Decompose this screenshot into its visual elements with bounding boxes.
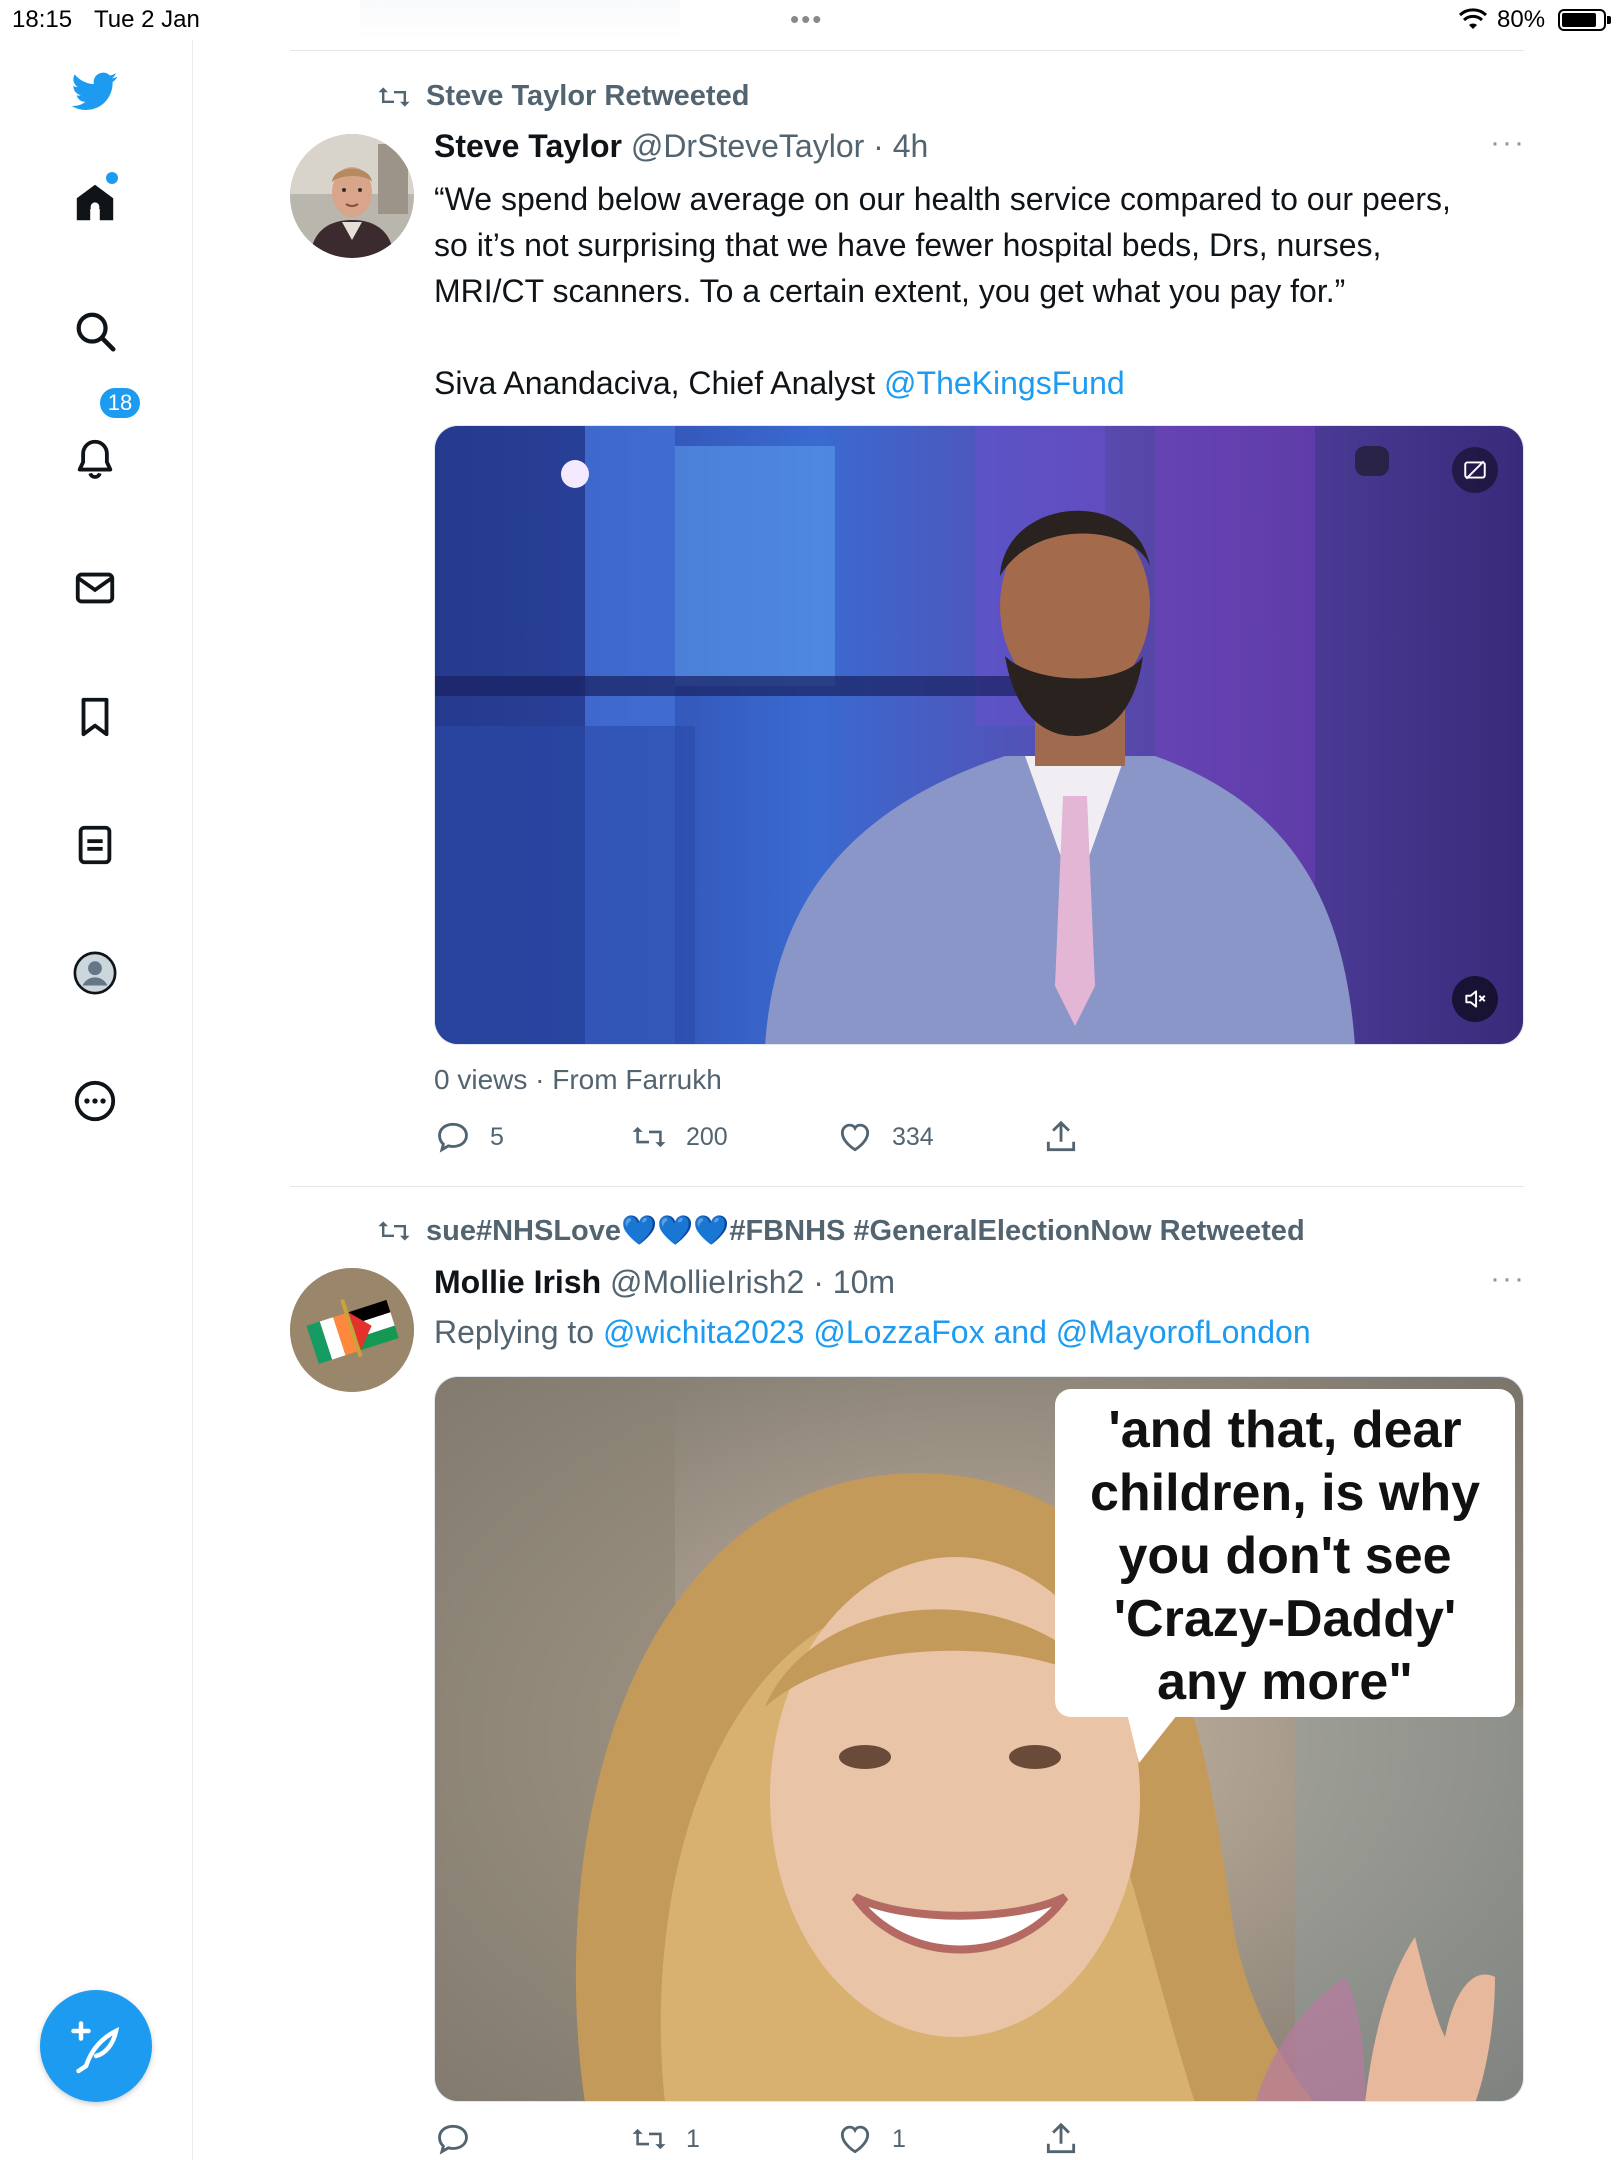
tweet-author-row: Mollie Irish @MollieIrish2 · 10m bbox=[434, 1264, 895, 1301]
more-circle-icon[interactable] bbox=[62, 1068, 128, 1134]
home-unread-dot bbox=[106, 172, 118, 184]
tweet-text-line: so it’s not surprising that we have fewe… bbox=[434, 227, 1382, 263]
like-count: 1 bbox=[892, 2124, 906, 2153]
compose-tweet-button[interactable] bbox=[40, 1990, 152, 2102]
timeline-divider bbox=[290, 50, 1524, 51]
author-name[interactable]: Steve Taylor bbox=[434, 128, 622, 164]
mention-link[interactable]: @MayorofLondon bbox=[1056, 1314, 1311, 1350]
notifications-bell-icon[interactable] bbox=[62, 426, 128, 492]
tweet-text-line: “We spend below average on our health se… bbox=[434, 181, 1451, 217]
heart-icon bbox=[840, 2125, 870, 2154]
retweet-button[interactable]: 200 bbox=[630, 1118, 728, 1156]
profile-icon[interactable] bbox=[62, 940, 128, 1006]
tweet-more-icon[interactable]: ··· bbox=[1490, 1262, 1526, 1296]
tweet-actions: 1 1 bbox=[434, 2120, 1134, 2160]
messages-envelope-icon[interactable] bbox=[62, 555, 128, 621]
twitter-bird-icon[interactable] bbox=[62, 58, 128, 124]
retweet-count: 1 bbox=[686, 2124, 700, 2153]
tweet-time[interactable]: · 4h bbox=[873, 128, 928, 164]
tweet-text-attribution-line: Siva Anandaciva, Chief Analyst @TheKings… bbox=[434, 360, 1524, 406]
reply-button[interactable]: 5 bbox=[434, 1118, 504, 1156]
retweet-context[interactable]: sue#NHSLove💙💙💙#FBNHS #GeneralElectionNow… bbox=[376, 1214, 1305, 1248]
share-icon bbox=[1046, 1120, 1076, 1152]
share-button[interactable] bbox=[1042, 2120, 1080, 2158]
retweet-count: 200 bbox=[686, 1122, 728, 1151]
avatar[interactable] bbox=[290, 1268, 414, 1392]
compose-feather-icon bbox=[71, 2021, 120, 2074]
multitasking-dots-icon[interactable]: ••• bbox=[790, 4, 823, 35]
tweet-text-attribution: Siva Anandaciva, Chief Analyst bbox=[434, 365, 885, 401]
speech-bubble-line: any more" bbox=[1157, 1653, 1413, 1711]
replying-to: Replying to @wichita2023 @LozzaFox and @… bbox=[434, 1314, 1311, 1351]
retweet-context-label: sue#NHSLove💙💙💙#FBNHS #GeneralElectionNow… bbox=[426, 1215, 1305, 1247]
reply-icon bbox=[438, 1122, 468, 1153]
author-name[interactable]: Mollie Irish bbox=[434, 1264, 601, 1300]
search-icon[interactable] bbox=[62, 298, 128, 364]
reply-count: 5 bbox=[490, 1122, 504, 1151]
timeline-divider bbox=[290, 1186, 1524, 1187]
wifi-icon bbox=[1458, 7, 1488, 38]
speech-bubble-tail bbox=[1125, 1705, 1185, 1763]
mention-link[interactable]: @TheKingsFund bbox=[884, 365, 1125, 401]
home-icon[interactable] bbox=[62, 170, 128, 236]
share-button[interactable] bbox=[1042, 1118, 1080, 1156]
lists-icon[interactable] bbox=[62, 812, 128, 878]
notifications-badge: 18 bbox=[98, 386, 142, 420]
tweet-text-line: MRI/CT scanners. To a certain extent, yo… bbox=[434, 273, 1346, 309]
tweet-video[interactable] bbox=[434, 425, 1524, 1045]
retweet-icon bbox=[378, 1221, 410, 1241]
author-handle[interactable]: @DrSteveTaylor bbox=[631, 128, 864, 164]
image-speech-bubble: 'and that, dear children, is why you don… bbox=[1055, 1389, 1515, 1717]
tweet-image[interactable]: 'and that, dear children, is why you don… bbox=[434, 1376, 1524, 2102]
tweet-author-row: Steve Taylor @DrSteveTaylor · 4h bbox=[434, 128, 928, 165]
heart-icon bbox=[840, 1123, 870, 1152]
battery-percentage: 80% bbox=[1497, 6, 1546, 33]
like-button[interactable]: 1 bbox=[836, 2120, 906, 2158]
reply-icon bbox=[438, 2124, 468, 2155]
tweet-actions: 5 200 334 bbox=[434, 1118, 1134, 1158]
battery-icon bbox=[1558, 9, 1611, 31]
speech-bubble-line: children, is why bbox=[1089, 1464, 1481, 1522]
like-count: 334 bbox=[892, 1122, 934, 1151]
like-button[interactable]: 334 bbox=[836, 1118, 934, 1156]
reply-button[interactable] bbox=[434, 2120, 490, 2158]
status-bar: 18:15 Tue 2 Jan ••• 80% bbox=[0, 0, 1620, 40]
speech-bubble-line: you don't see bbox=[1118, 1527, 1452, 1585]
captions-icon[interactable] bbox=[1452, 447, 1498, 493]
mention-link[interactable]: @wichita2023 bbox=[603, 1314, 804, 1350]
retweet-context[interactable]: Steve Taylor Retweeted bbox=[376, 80, 749, 113]
tweet-more-icon[interactable]: ··· bbox=[1490, 126, 1526, 160]
bookmark-icon[interactable] bbox=[62, 684, 128, 750]
author-handle[interactable]: @MollieIrish2 bbox=[610, 1264, 804, 1300]
share-icon bbox=[1046, 2122, 1076, 2154]
retweet-icon bbox=[378, 86, 410, 107]
speech-bubble-line: 'Crazy-Daddy' bbox=[1113, 1590, 1457, 1648]
speech-bubble-line: 'and that, dear bbox=[1108, 1401, 1462, 1459]
status-date: Tue 2 Jan bbox=[94, 6, 200, 33]
retweet-icon bbox=[632, 1126, 666, 1148]
tweet-time[interactable]: · 10m bbox=[813, 1264, 895, 1300]
replying-to-prefix: Replying to bbox=[434, 1314, 603, 1350]
replying-to-and: and bbox=[984, 1314, 1056, 1350]
status-time: 18:15 bbox=[12, 6, 73, 33]
mention-link[interactable]: @LozzaFox bbox=[813, 1314, 984, 1350]
mute-icon[interactable] bbox=[1452, 976, 1498, 1022]
tweet-views: 0 views · From Farrukh bbox=[434, 1064, 722, 1095]
retweet-context-label: Steve Taylor Retweeted bbox=[426, 80, 750, 112]
retweet-button[interactable]: 1 bbox=[630, 2120, 700, 2158]
retweet-icon bbox=[632, 2128, 666, 2150]
avatar[interactable] bbox=[290, 134, 414, 258]
tweet-text: “We spend below average on our health se… bbox=[434, 176, 1524, 406]
